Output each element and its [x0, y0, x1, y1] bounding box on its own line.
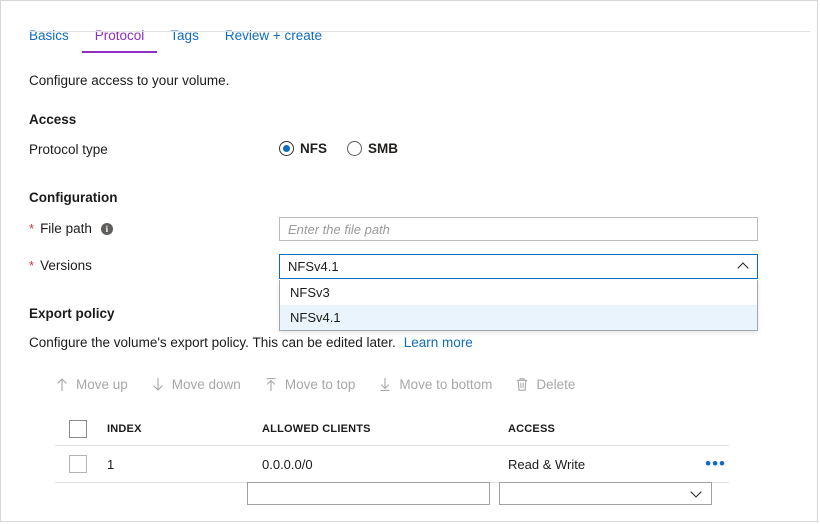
move-to-top-label: Move to top — [284, 377, 356, 392]
new-access-select[interactable] — [499, 482, 712, 505]
new-allowed-clients-input[interactable] — [247, 482, 490, 505]
versions-option-nfsv3[interactable]: NFSv3 — [280, 280, 757, 305]
versions-dropdown-list: NFSv3 NFSv4.1 — [279, 280, 758, 331]
protocol-type-label-text: Protocol type — [29, 142, 108, 157]
section-heading-access: Access — [29, 112, 77, 127]
radio-nfs-circle-icon — [279, 141, 294, 156]
export-policy-table: INDEX ALLOWED CLIENTS ACCESS 1 0.0.0.0/0… — [55, 413, 729, 483]
radio-smb-label: SMB — [368, 141, 398, 156]
radio-smb[interactable]: SMB — [347, 141, 398, 156]
export-policy-description: Configure the volume's export policy. Th… — [29, 335, 473, 350]
delete-label: Delete — [536, 377, 576, 392]
move-up-label: Move up — [76, 377, 128, 392]
radio-nfs-label: NFS — [300, 141, 327, 156]
protocol-type-radio-group: NFS SMB — [279, 141, 398, 156]
versions-required-marker: * — [29, 258, 35, 273]
row-more-options-icon[interactable]: ••• — [705, 455, 726, 472]
column-header-index: INDEX — [107, 423, 142, 435]
move-to-bottom-label: Move to bottom — [399, 377, 493, 392]
chevron-up-icon — [739, 262, 749, 272]
protocol-configuration-window: Basics Protocol Tags Review + create Con… — [0, 0, 818, 522]
radio-smb-circle-icon — [347, 141, 362, 156]
file-path-label-text: File path — [40, 221, 92, 236]
table-header-row: INDEX ALLOWED CLIENTS ACCESS — [55, 413, 729, 446]
row-allowed-clients-value: 0.0.0.0/0 — [262, 456, 313, 472]
versions-option-nfsv41[interactable]: NFSv4.1 — [280, 305, 757, 330]
move-down-button[interactable]: Move down — [151, 377, 241, 392]
learn-more-link[interactable]: Learn more — [404, 335, 473, 350]
file-path-required-marker: * — [29, 221, 35, 236]
versions-label-text: Versions — [40, 258, 92, 273]
export-policy-command-bar: Move up Move down Move to top Move to bo… — [55, 377, 575, 392]
trash-icon — [515, 377, 529, 392]
radio-nfs[interactable]: NFS — [279, 141, 327, 156]
versions-option-nfsv3-label: NFSv3 — [290, 285, 330, 300]
move-to-bottom-button[interactable]: Move to bottom — [378, 377, 492, 392]
protocol-type-label: Protocol type — [29, 142, 108, 157]
export-policy-description-text: Configure the volume's export policy. Th… — [29, 335, 396, 350]
chevron-down-icon — [692, 489, 702, 499]
section-heading-export-policy: Export policy — [29, 306, 115, 321]
arrow-to-bottom-icon — [378, 377, 392, 392]
arrow-down-icon — [151, 377, 165, 392]
row-select-checkbox[interactable] — [69, 455, 87, 473]
versions-label: * Versions — [29, 258, 92, 273]
tab-divider — [29, 31, 810, 32]
section-heading-configuration: Configuration — [29, 190, 118, 205]
file-path-input[interactable] — [279, 217, 758, 241]
info-icon[interactable]: i — [100, 222, 113, 235]
arrow-to-top-icon — [264, 377, 278, 392]
move-up-button[interactable]: Move up — [55, 377, 128, 392]
arrow-up-icon — [55, 377, 69, 392]
row-index-value: 1 — [107, 456, 115, 472]
move-to-top-button[interactable]: Move to top — [264, 377, 356, 392]
column-header-access: ACCESS — [508, 423, 556, 435]
versions-selected-value: NFSv4.1 — [288, 259, 339, 274]
column-header-allowed-clients: ALLOWED CLIENTS — [262, 423, 371, 435]
move-down-label: Move down — [171, 377, 241, 392]
versions-combobox[interactable]: NFSv4.1 — [279, 254, 758, 279]
file-path-label: * File path i — [29, 221, 113, 236]
page-intro-text: Configure access to your volume. — [29, 73, 230, 88]
row-access-value: Read & Write — [508, 456, 586, 472]
versions-option-nfsv41-label: NFSv4.1 — [290, 310, 341, 325]
select-all-checkbox[interactable] — [69, 420, 87, 438]
new-export-rule-row — [247, 482, 712, 505]
delete-button[interactable]: Delete — [515, 377, 575, 392]
table-row[interactable]: 1 0.0.0.0/0 Read & Write ••• — [55, 446, 729, 483]
